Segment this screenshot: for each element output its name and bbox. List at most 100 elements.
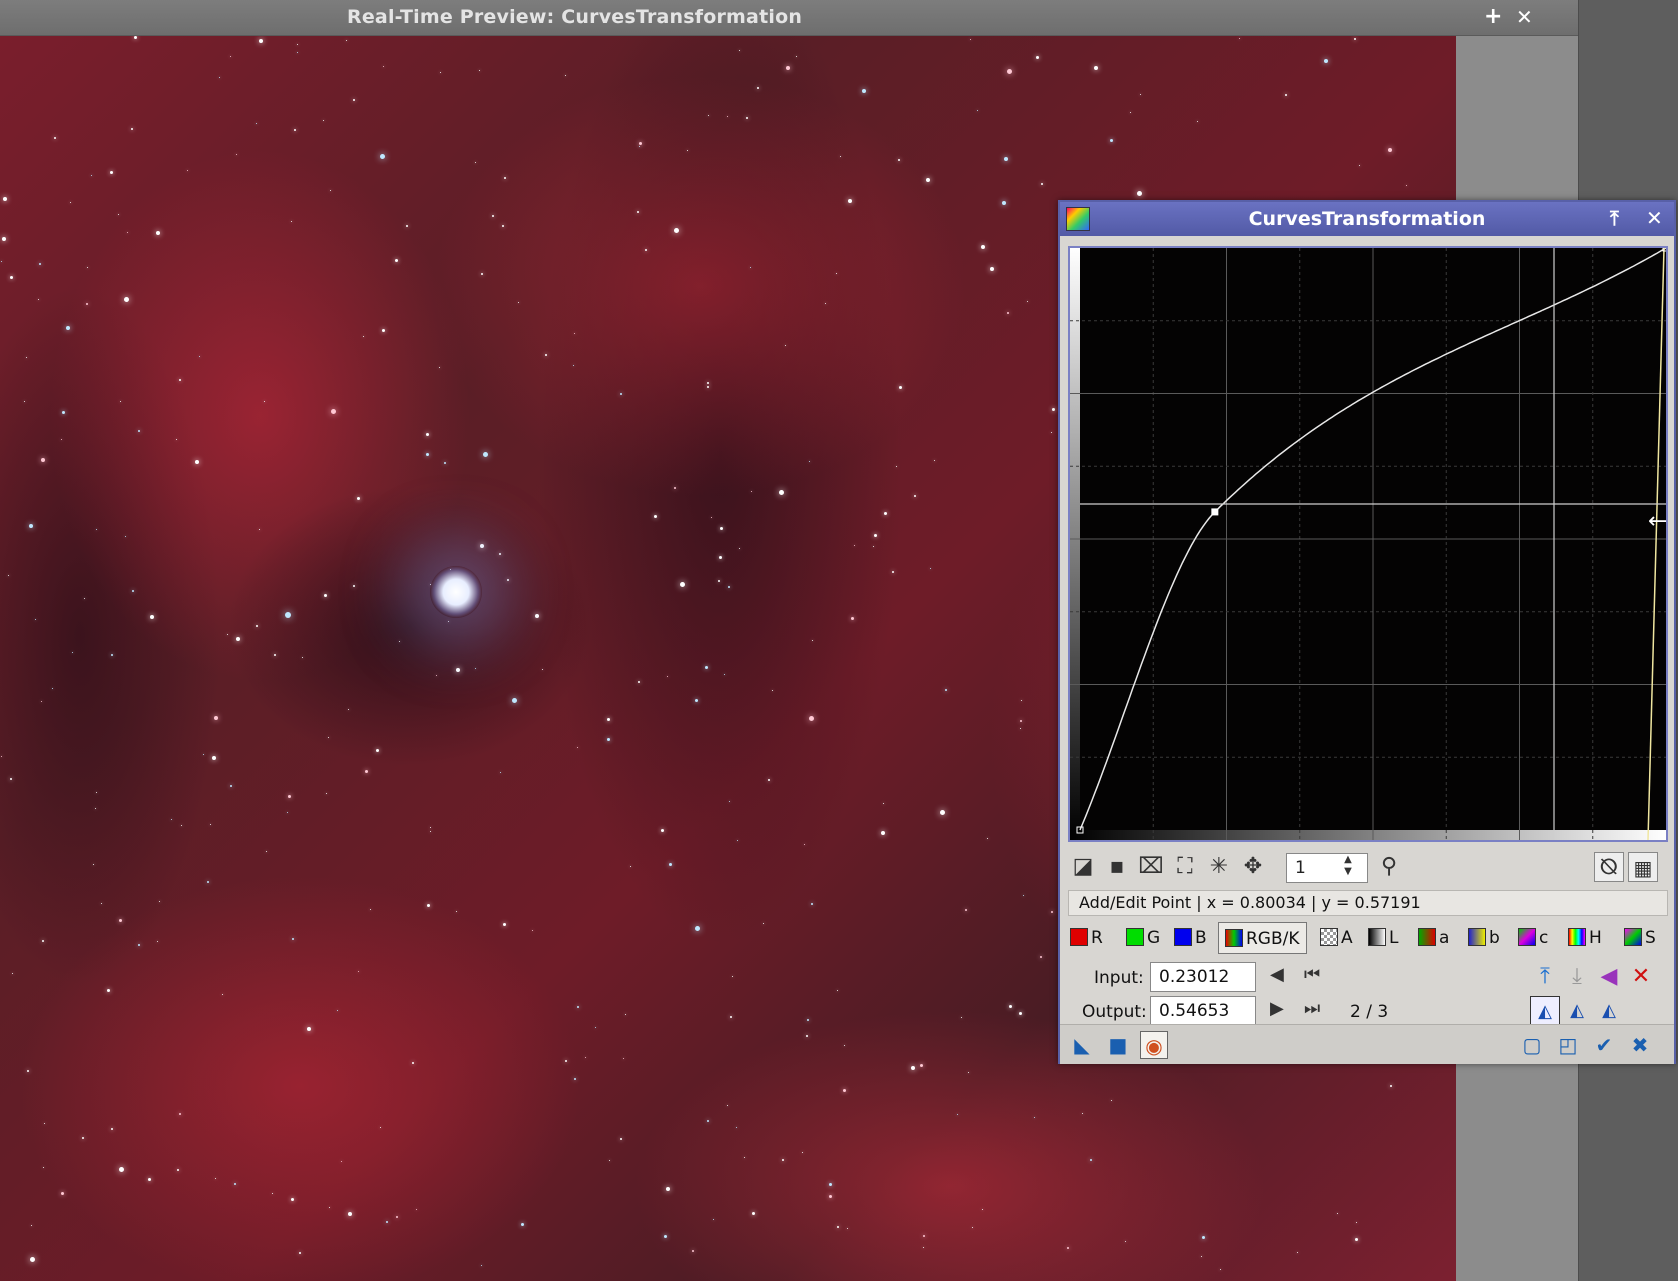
restore-point-icon[interactable]: ⤓ [1562,962,1592,992]
swatch-icon [1624,928,1642,946]
channel-h[interactable]: H [1568,922,1602,954]
last-point-icon[interactable]: ⏭ [1304,998,1320,1019]
curve-interpolation-icon[interactable]: ⦰ [1594,852,1624,882]
star [674,487,676,489]
curves-titlebar[interactable]: CurvesTransformation ⤒ ✕ [1060,202,1674,236]
preview-titlebar[interactable]: Real-Time Preview: CurvesTransformation … [0,0,1578,36]
star [707,1120,709,1122]
star [302,657,303,658]
edit-point-tool-icon[interactable]: ◪ [1068,852,1098,882]
star [481,273,483,275]
channel-g[interactable]: G [1126,922,1160,954]
pan-tool-icon[interactable]: ✥ [1238,852,1268,882]
channel-a-lab[interactable]: a [1418,922,1449,954]
grid-toggle-icon[interactable]: ▦ [1628,852,1658,882]
zoom-spin-icon[interactable]: ▲ ▼ [1336,854,1360,880]
star [707,382,709,384]
star [1094,66,1098,70]
shade-icon[interactable]: ⤒ [1610,206,1619,230]
star [8,575,9,576]
next-point-icon[interactable]: ▶ [1270,998,1284,1019]
channel-rgbk[interactable]: RGB/K [1218,922,1307,954]
reverse-curve-icon[interactable]: ◀ [1594,962,1624,992]
channel-c[interactable]: c [1518,922,1548,954]
star [883,803,884,804]
curves-graph[interactable]: ⟷ [1068,246,1668,842]
star [680,582,685,587]
first-point-icon[interactable]: ⏮ [1304,964,1320,985]
cubic-interp-icon[interactable]: ◭ [1594,996,1624,1026]
star [782,1159,784,1161]
star [61,1192,64,1195]
star [565,1060,567,1062]
zoom-in-tool-icon[interactable]: ⛶ [1170,852,1200,882]
star [326,793,327,794]
star [39,263,41,265]
star [512,698,517,703]
star [892,571,894,573]
star [29,524,33,528]
close-icon[interactable]: ✕ [1646,206,1663,230]
close-icon[interactable]: ✕ [1516,5,1533,29]
star [1040,956,1042,958]
select-point-tool-icon[interactable]: ▪ [1102,852,1132,882]
track-view-icon[interactable]: ◰ [1554,1031,1582,1059]
prev-point-icon[interactable]: ◀ [1270,964,1284,985]
akima-interp-icon[interactable]: ◭ [1562,996,1592,1026]
output-field[interactable]: 0.54653 [1150,996,1256,1026]
apply-check-icon[interactable]: ✔ [1590,1031,1618,1059]
star [639,146,640,147]
star [3,197,7,201]
star [720,527,723,530]
star [27,1070,29,1072]
star [274,654,276,656]
channel-l[interactable]: L [1368,922,1398,954]
star [504,177,506,179]
zoom-out-tool-icon[interactable]: ✳ [1204,852,1234,882]
curve-point[interactable] [1211,508,1219,516]
star [111,654,113,656]
star [638,681,640,683]
star [752,1212,755,1215]
curves-graph-svg[interactable]: ⟷ [1070,248,1666,840]
star [370,909,371,910]
channel-b[interactable]: B [1174,922,1207,954]
star [266,851,267,852]
point-index: 2 / 3 [1350,1002,1389,1022]
apply-global-icon[interactable]: ■ [1104,1031,1132,1059]
star [215,1178,216,1179]
magnifier-icon[interactable]: ⚲ [1374,852,1404,882]
add-icon[interactable]: + [1484,5,1502,29]
new-instance-icon[interactable]: ◣ [1068,1031,1096,1059]
star [156,231,160,235]
swatch-icon [1468,928,1486,946]
status-line: Add/Edit Point | x = 0.80034 | y = 0.571… [1068,890,1668,916]
realtime-preview-icon[interactable]: ◉ [1140,1031,1168,1059]
star [259,39,263,43]
star [44,1123,45,1124]
store-point-icon[interactable]: ⤒ [1530,962,1560,992]
star [10,778,12,780]
linear-interp-icon[interactable]: ◭ [1530,996,1560,1026]
star [272,1193,273,1194]
channel-s[interactable]: S [1624,922,1656,954]
swatch-icon [1418,928,1436,946]
channel-b-lab[interactable]: b [1468,922,1500,954]
delete-point-tool-icon[interactable]: ⌧ [1136,852,1166,882]
channel-r[interactable]: R [1070,922,1103,954]
reset-curve-icon[interactable]: ✕ [1626,962,1656,992]
star [35,619,36,620]
star [639,142,642,145]
input-field[interactable]: 0.23012 [1150,962,1256,992]
browse-doc-icon[interactable]: ▢ [1518,1031,1546,1059]
reset-instance-icon[interactable]: ✖ [1626,1031,1654,1059]
star [230,785,232,787]
star [30,1257,35,1262]
star [1020,720,1022,722]
swatch-icon [1568,928,1586,946]
channel-a[interactable]: A [1320,922,1353,954]
star [120,401,121,402]
star [179,1113,181,1115]
star [42,940,44,942]
star [492,215,494,217]
